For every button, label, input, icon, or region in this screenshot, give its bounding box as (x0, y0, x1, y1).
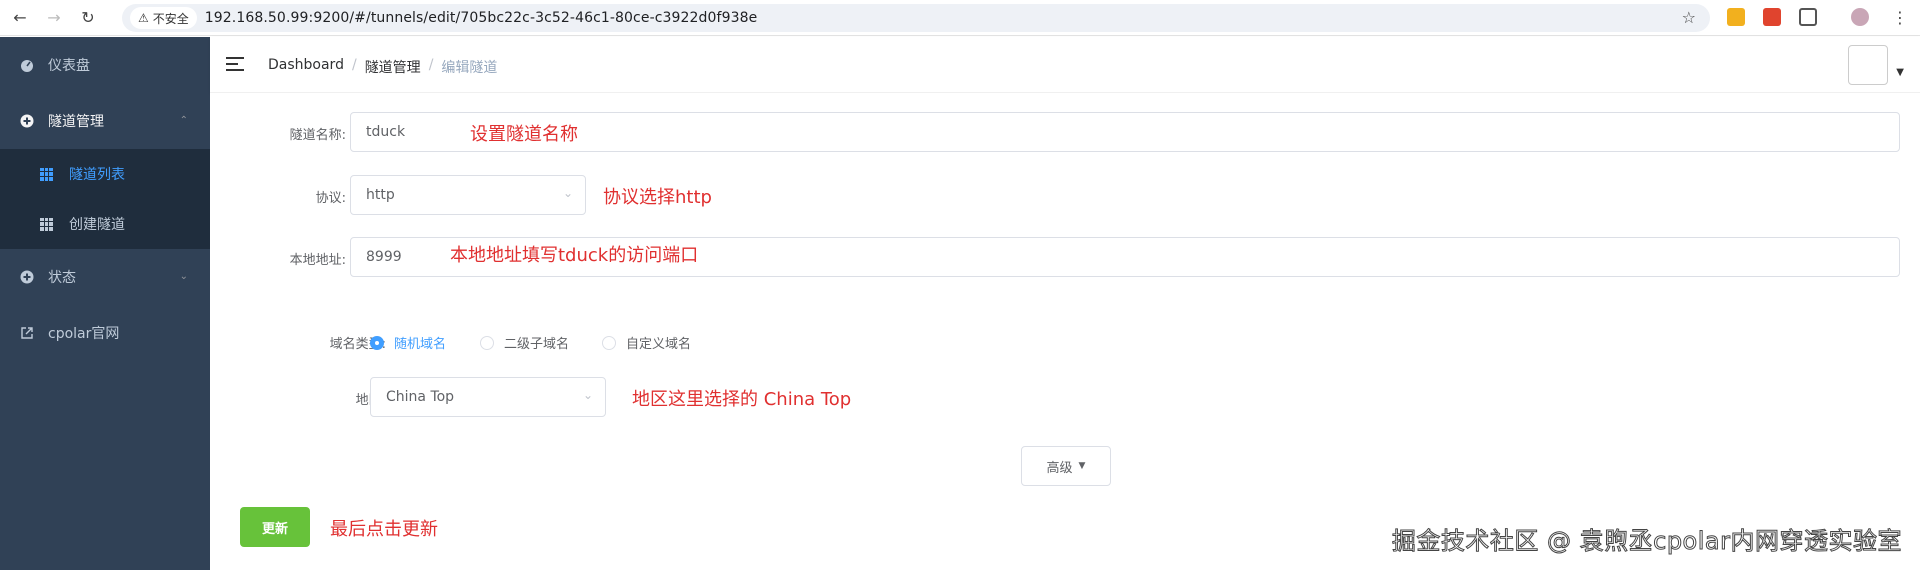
radio-label: 自定义域名 (626, 337, 692, 352)
update-label: 更新 (261, 521, 288, 537)
advanced-button[interactable]: 高级 ▼ (1021, 446, 1111, 486)
forward-icon[interactable]: → (40, 4, 68, 32)
back-icon[interactable]: ← (6, 4, 34, 32)
region-select[interactable]: China Top ⌄ (370, 377, 606, 417)
bookmark-star-icon[interactable]: ☆ (1682, 8, 1696, 27)
radio-random-domain[interactable]: 随机域名 (370, 333, 446, 352)
sidebar-item-create-tunnel[interactable]: 创建隧道 (0, 199, 210, 249)
caret-down-icon: ▼ (1078, 461, 1086, 471)
annotation-region: 地区这里选择的 China Top (632, 389, 852, 410)
radio-subdomain[interactable]: 二级子域名 (480, 333, 569, 352)
sidebar-item-dashboard[interactable]: 仪表盘 (0, 37, 210, 93)
avatar[interactable] (1848, 45, 1888, 85)
sidebar-item-tunnel-management[interactable]: 隧道管理 ⌃ (0, 93, 210, 149)
breadcrumb-tunnel-management[interactable]: 隧道管理 (365, 57, 421, 77)
extension-icon[interactable] (1763, 8, 1781, 26)
sidebar-item-label: 隧道列表 (69, 167, 125, 183)
more-menu-icon[interactable]: ⋮ (1892, 8, 1908, 27)
radio-dot (480, 335, 494, 350)
chevron-down-icon: ⌄ (562, 186, 573, 200)
domain-type-label: 域名类型: (329, 337, 386, 352)
dashboard-icon (20, 58, 34, 72)
sidebar-item-cpolar-site[interactable]: cpolar官网 (0, 305, 210, 361)
breadcrumb: Dashboard / 隧道管理 / 编辑隧道 (268, 57, 497, 77)
sidebar-item-label: 仪表盘 (48, 58, 90, 74)
tunnel-edit-form: 隧道名称: tduck 设置隧道名称 协议: http ⌄ 协议选择http 本… (210, 93, 1920, 570)
tunnel-name-value: tduck (366, 124, 406, 140)
sidebar-item-label: 状态 (48, 270, 76, 286)
sidebar-item-label: cpolar官网 (48, 326, 120, 342)
sidebar: 仪表盘 隧道管理 ⌃ 隧道列表 创建隧道 状态 ⌄ cpolar官网 (0, 37, 210, 570)
plus-circle-icon (20, 114, 34, 128)
sidebar-item-label: 隧道管理 (48, 114, 104, 130)
advanced-label: 高级 (1046, 460, 1073, 476)
tunnel-submenu: 隧道列表 创建隧道 (0, 149, 210, 249)
breadcrumb-separator: / (351, 57, 357, 73)
grid-icon (40, 217, 53, 231)
profile-avatar-icon[interactable] (1851, 8, 1869, 26)
url-text[interactable]: 192.168.50.99:9200/#/tunnels/edit/705bc2… (205, 10, 758, 26)
update-button[interactable]: 更新 (240, 507, 310, 547)
security-chip[interactable]: ⚠ 不安全 (130, 7, 197, 29)
annotation-address: 本地地址填写tduck的访问端口 (450, 245, 699, 266)
chevron-down-icon: ⌄ (179, 271, 188, 282)
caret-down-icon[interactable]: ▼ (1896, 67, 1904, 78)
breadcrumb-separator: / (428, 57, 434, 73)
security-label: 不安全 (152, 11, 189, 26)
radio-dot (370, 335, 384, 350)
breadcrumb-edit-tunnel: 编辑隧道 (441, 60, 498, 76)
warning-icon: ⚠ (138, 11, 149, 25)
annotation-update: 最后点击更新 (330, 519, 438, 540)
protocol-value: http (366, 187, 395, 203)
radio-custom-domain[interactable]: 自定义域名 (602, 333, 691, 352)
local-address-label: 本地地址: (289, 253, 346, 268)
protocol-select[interactable]: http ⌄ (350, 175, 586, 215)
address-bar[interactable]: ⚠ 不安全 192.168.50.99:9200/#/tunnels/edit/… (122, 4, 1710, 32)
chevron-down-icon: ⌄ (582, 388, 593, 402)
puzzle-extensions-icon[interactable] (1799, 8, 1817, 26)
breadcrumb-dashboard[interactable]: Dashboard (268, 57, 344, 77)
protocol-label: 协议: (315, 191, 346, 206)
tunnel-name-label: 隧道名称: (289, 128, 346, 143)
extension-icon[interactable] (1727, 8, 1745, 26)
grid-icon (40, 167, 53, 181)
external-link-icon (20, 326, 34, 340)
annotation-name: 设置隧道名称 (470, 124, 578, 145)
sidebar-item-status[interactable]: 状态 ⌄ (0, 249, 210, 305)
local-address-value: 8999 (366, 249, 402, 265)
watermark: 掘金技术社区 @ 袁煦丞cpolar内网穿透实验室 (1391, 527, 1902, 556)
annotation-protocol: 协议选择http (603, 187, 712, 208)
top-navbar: Dashboard / 隧道管理 / 编辑隧道 ▼ (210, 37, 1920, 93)
sidebar-item-tunnel-list[interactable]: 隧道列表 (0, 149, 210, 199)
radio-label: 随机域名 (394, 337, 447, 352)
sidebar-item-label: 创建隧道 (69, 217, 125, 233)
reload-icon[interactable]: ↻ (74, 4, 102, 32)
radio-dot (602, 335, 616, 350)
tunnel-name-input[interactable]: tduck (350, 112, 1900, 152)
hamburger-menu-icon[interactable] (226, 57, 244, 71)
region-value: China Top (386, 389, 455, 405)
browser-toolbar: ← → ↻ ⚠ 不安全 192.168.50.99:9200/#/tunnels… (0, 0, 1920, 36)
plus-circle-icon (20, 270, 34, 284)
region-label: 地区: (240, 389, 386, 408)
chevron-up-icon: ⌃ (179, 115, 188, 126)
radio-label: 二级子域名 (504, 337, 570, 352)
